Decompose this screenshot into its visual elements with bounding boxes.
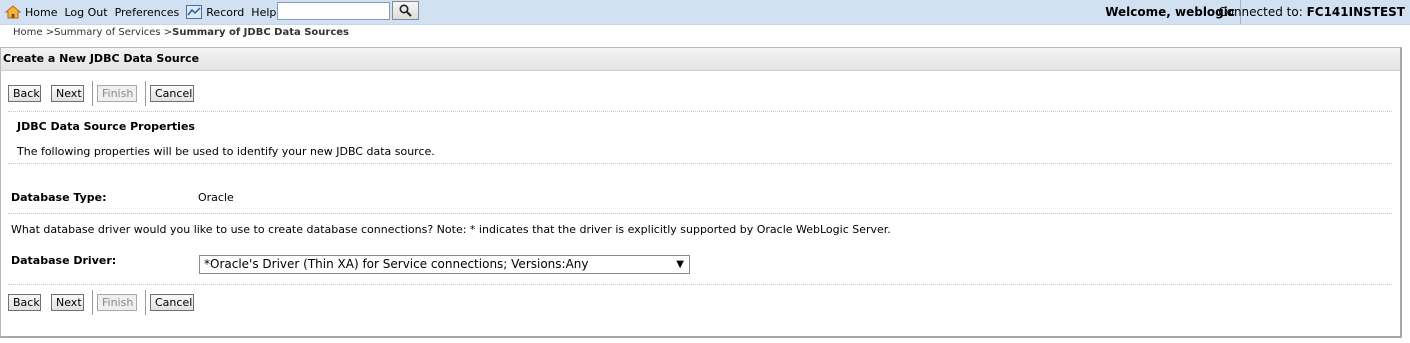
panel-title: Create a New JDBC Data Source: [1, 48, 1400, 71]
divider: [8, 111, 1392, 112]
home-link[interactable]: Home: [5, 5, 57, 19]
search-input[interactable]: [277, 2, 390, 20]
logout-link[interactable]: Log Out: [64, 6, 107, 19]
home-label: Home: [25, 5, 58, 19]
database-type-label: Database Type:: [11, 191, 107, 204]
breadcrumb-services[interactable]: Summary of Services >: [54, 27, 172, 38]
help-label: Help: [251, 5, 277, 19]
database-driver-value: *Oracle's Driver (Thin XA) for Service c…: [204, 257, 589, 271]
next-button[interactable]: Next: [51, 85, 84, 102]
database-type-value: Oracle: [198, 191, 234, 204]
section-title: JDBC Data Source Properties: [17, 120, 195, 133]
connected-server: FC141INSTEST: [1306, 5, 1405, 19]
divider: [8, 284, 1392, 285]
divider: [8, 213, 1392, 214]
finish-button-bottom: Finish: [97, 294, 137, 311]
record-link[interactable]: Record: [186, 5, 244, 19]
dropdown-arrow-icon: ▼: [676, 259, 684, 270]
logout-label: Log Out: [64, 5, 108, 19]
breadcrumb: Home >Summary of Services >Summary of JD…: [13, 27, 349, 38]
search-button[interactable]: [392, 1, 419, 20]
section-description: The following properties will be used to…: [17, 145, 435, 158]
button-separator: [92, 290, 93, 315]
record-label: Record: [206, 5, 245, 19]
global-nav: Home Log Out Preferences Record Help: [5, 0, 283, 24]
breadcrumb-home[interactable]: Home >: [13, 27, 54, 38]
button-separator: [92, 81, 93, 106]
connected-info: Connected to: FC141INSTEST: [1218, 0, 1405, 24]
next-button-bottom[interactable]: Next: [51, 294, 84, 311]
back-button-bottom[interactable]: Back: [8, 294, 41, 311]
connected-prefix: Connected to:: [1218, 5, 1303, 19]
database-driver-select[interactable]: *Oracle's Driver (Thin XA) for Service c…: [199, 255, 690, 274]
divider: [8, 163, 1392, 164]
top-toolbar: Home Log Out Preferences Record Help Wel…: [0, 0, 1410, 25]
search-icon: [399, 4, 412, 17]
preferences-label: Preferences: [114, 5, 180, 19]
record-icon: [186, 5, 203, 19]
create-datasource-panel: Create a New JDBC Data Source Back Next …: [0, 47, 1402, 338]
button-separator: [145, 81, 146, 106]
cancel-button[interactable]: Cancel: [150, 85, 194, 102]
preferences-link[interactable]: Preferences: [115, 6, 180, 19]
breadcrumb-current: Summary of JDBC Data Sources: [172, 27, 349, 38]
finish-button: Finish: [97, 85, 137, 102]
button-separator: [145, 290, 146, 315]
back-button[interactable]: Back: [8, 85, 41, 102]
help-link[interactable]: Help: [251, 6, 276, 19]
driver-question-text: What database driver would you like to u…: [11, 223, 891, 236]
home-icon: [5, 5, 21, 19]
database-driver-label: Database Driver:: [11, 254, 117, 267]
cancel-button-bottom[interactable]: Cancel: [150, 294, 194, 311]
